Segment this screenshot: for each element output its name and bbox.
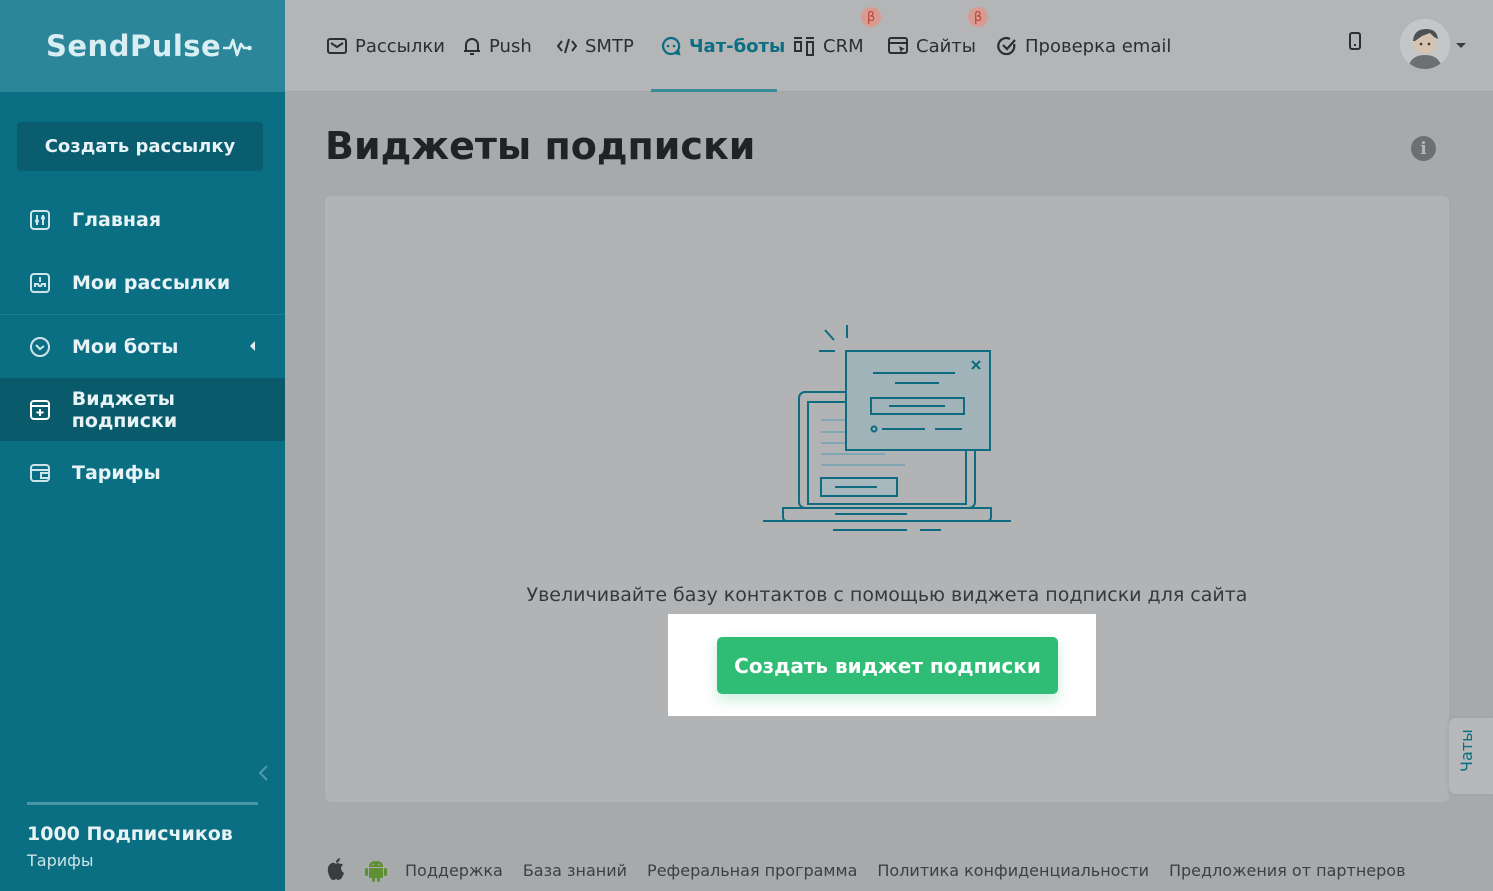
browser-icon <box>888 36 908 56</box>
sidebar-item-label: Виджеты подписки <box>71 387 178 432</box>
sidebar-item-campaigns[interactable]: Мои рассылки <box>0 251 285 314</box>
code-icon <box>557 38 577 54</box>
tab-email-verification[interactable]: Проверка email <box>997 0 1171 92</box>
footer-link-privacy[interactable]: Политика конфиденциальности <box>877 861 1149 880</box>
collapse-sidebar-icon[interactable] <box>257 764 271 782</box>
footer-link-partners[interactable]: Предложения от партнеров <box>1169 861 1406 880</box>
sidebar-nav: Главная Мои рассылки Мои боты Виджеты по… <box>0 188 285 504</box>
beta-badge: β <box>861 7 881 27</box>
android-icon[interactable] <box>365 858 387 882</box>
sidebar-item-plans[interactable]: Тарифы <box>0 441 285 504</box>
sidebar-item-bots[interactable]: Мои боты <box>0 315 285 378</box>
avatar[interactable] <box>1400 19 1450 69</box>
check-circle-icon <box>997 36 1017 56</box>
footer-link-knowledge-base[interactable]: База знаний <box>523 861 627 880</box>
caret-left-icon[interactable] <box>250 341 255 351</box>
page-title: Виджеты подписки <box>325 124 756 168</box>
sidebar-item-label: Мои боты <box>72 335 179 358</box>
top-navigation: Рассылки Push SMTP Чат-боты CRM β Сайты … <box>285 0 1493 92</box>
widget-illustration-icon <box>763 325 1011 531</box>
widget-icon <box>28 398 52 422</box>
tab-campaigns[interactable]: Рассылки <box>327 0 445 92</box>
envelope-icon <box>327 38 347 54</box>
tab-push[interactable]: Push <box>463 0 532 92</box>
active-tab-indicator <box>651 89 777 92</box>
tab-sites[interactable]: Сайты <box>888 0 976 92</box>
pulse-icon <box>223 38 253 57</box>
beta-badge: β <box>968 7 988 27</box>
footer-link-support[interactable]: Поддержка <box>405 861 503 880</box>
sidebar-item-widgets[interactable]: Виджеты подписки <box>0 378 285 441</box>
bell-icon <box>463 36 481 56</box>
divider <box>27 802 258 805</box>
kanban-icon <box>793 36 815 56</box>
chats-tab-label: Чаты <box>1457 729 1476 772</box>
tab-smtp[interactable]: SMTP <box>557 0 634 92</box>
chats-tab[interactable]: Чаты <box>1449 718 1493 794</box>
logo-area: SendPulse <box>0 0 285 92</box>
subscribers-count: 1000 Подписчиков <box>27 823 233 845</box>
plans-link[interactable]: Тарифы <box>27 851 93 870</box>
wallet-icon <box>28 461 52 485</box>
apple-icon[interactable] <box>325 858 347 882</box>
tab-crm[interactable]: CRM <box>793 0 864 92</box>
user-avatar-icon <box>1400 19 1450 69</box>
info-icon[interactable]: i <box>1411 136 1436 161</box>
chevron-down-icon[interactable] <box>1456 43 1466 48</box>
sidebar-item-label: Тарифы <box>72 461 161 484</box>
footer: Поддержка База знаний Реферальная програ… <box>325 852 1426 888</box>
bot-icon <box>28 335 52 359</box>
create-campaign-button[interactable]: Создать рассылку <box>17 122 263 171</box>
sidebar-item-label: Главная <box>72 208 162 231</box>
tab-chatbots[interactable]: Чат-боты <box>661 0 785 92</box>
sendpulse-logo[interactable]: SendPulse <box>46 29 253 63</box>
chat-icon <box>661 36 681 56</box>
sidebar: SendPulse Создать рассылку Главная Мои р… <box>0 0 285 891</box>
mobile-app-icon[interactable] <box>1348 32 1362 52</box>
empty-state-hint: Увеличивайте базу контактов с помощью ви… <box>526 584 1248 606</box>
sidebar-item-home[interactable]: Главная <box>0 188 285 251</box>
sidebar-item-label: Мои рассылки <box>72 271 231 294</box>
create-widget-button[interactable]: Создать виджет подписки <box>717 637 1058 694</box>
mailbox-icon <box>28 271 52 295</box>
sliders-icon <box>28 208 52 232</box>
footer-link-referral[interactable]: Реферальная программа <box>647 861 857 880</box>
